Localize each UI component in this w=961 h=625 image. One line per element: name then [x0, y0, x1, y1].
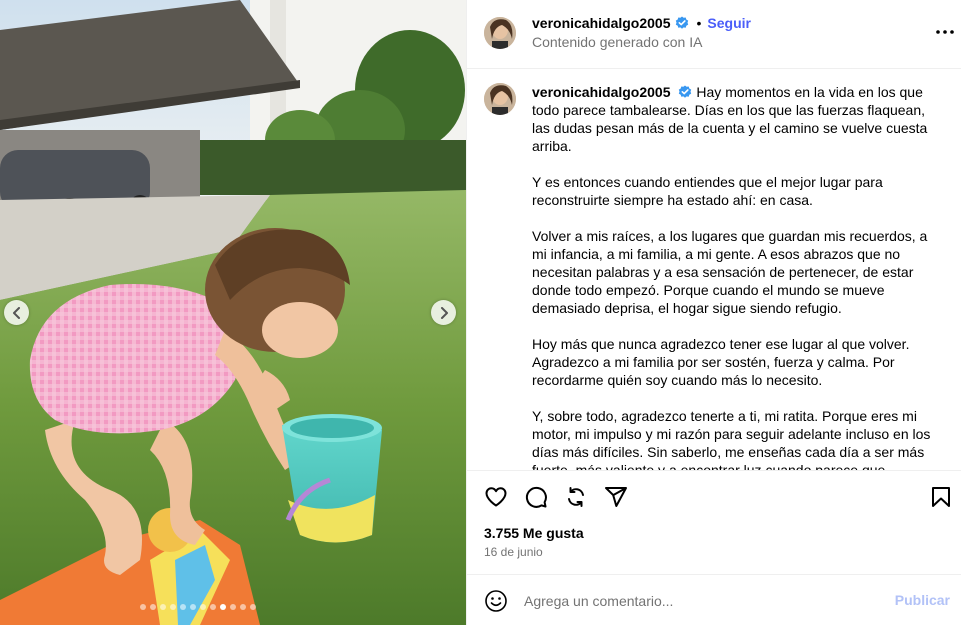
verified-badge-icon — [675, 16, 688, 29]
repost-icon[interactable] — [564, 485, 588, 509]
post-header: veronicahidalgo2005 • Seguir Contenido g… — [467, 0, 961, 69]
bookmark-icon[interactable] — [929, 485, 953, 509]
heart-icon[interactable] — [484, 485, 508, 509]
post-date[interactable]: 16 de junio — [484, 545, 543, 559]
post-media[interactable] — [0, 0, 466, 625]
caption-username[interactable]: veronicahidalgo2005 — [532, 84, 671, 100]
carousel-prev-button[interactable] — [4, 300, 29, 325]
caption-paragraph: Y es entonces cuando entiendes que el me… — [532, 174, 883, 208]
carousel-dot — [240, 604, 246, 610]
chevron-left-icon — [12, 306, 20, 319]
post-panel: veronicahidalgo2005 • Seguir Contenido g… — [466, 0, 961, 625]
likes-count[interactable]: 3.755 Me gusta — [484, 525, 584, 541]
carousel-dot — [230, 604, 236, 610]
avatar[interactable] — [484, 17, 516, 49]
post-actions: 3.755 Me gusta 16 de junio — [467, 470, 961, 574]
emoji-icon[interactable] — [484, 589, 508, 613]
caption-paragraph: veronicahidalgo2005 Hay momentos en la v… — [532, 83, 942, 155]
carousel-indicator — [140, 604, 256, 610]
comment-icon[interactable] — [524, 485, 548, 509]
carousel-dot — [250, 604, 256, 610]
follow-button[interactable]: Seguir — [707, 15, 751, 31]
carousel-dot — [210, 604, 216, 610]
carousel-dot — [150, 604, 156, 610]
carousel-dot — [140, 604, 146, 610]
comment-bar: Publicar — [467, 574, 961, 625]
chevron-right-icon — [440, 306, 448, 319]
send-icon[interactable] — [604, 485, 628, 509]
separator-dot: • — [696, 15, 702, 31]
ai-content-label[interactable]: Contenido generado con IA — [532, 34, 702, 50]
carousel-dot — [180, 604, 186, 610]
carousel-dot — [160, 604, 166, 610]
verified-badge-icon — [679, 85, 692, 98]
post-photo — [0, 0, 466, 625]
more-options-icon[interactable] — [935, 22, 955, 42]
carousel-dot — [220, 604, 226, 610]
username[interactable]: veronicahidalgo2005 — [532, 15, 671, 31]
caption-text: veronicahidalgo2005 Hay momentos en la v… — [532, 83, 942, 470]
caption-paragraph: Hoy más que nunca agradezco tener ese lu… — [532, 336, 910, 388]
caption-paragraph: Volver a mis raíces, a los lugares que g… — [532, 228, 928, 316]
caption-avatar[interactable] — [484, 83, 516, 115]
caption-area[interactable]: veronicahidalgo2005 Hay momentos en la v… — [467, 70, 961, 470]
carousel-dot — [190, 604, 196, 610]
carousel-dot — [200, 604, 206, 610]
comment-input[interactable] — [524, 590, 884, 612]
carousel-next-button[interactable] — [431, 300, 456, 325]
carousel-dot — [170, 604, 176, 610]
caption-paragraph: Y, sobre todo, agradezco tenerte a ti, m… — [532, 408, 931, 470]
publish-button[interactable]: Publicar — [895, 592, 950, 608]
